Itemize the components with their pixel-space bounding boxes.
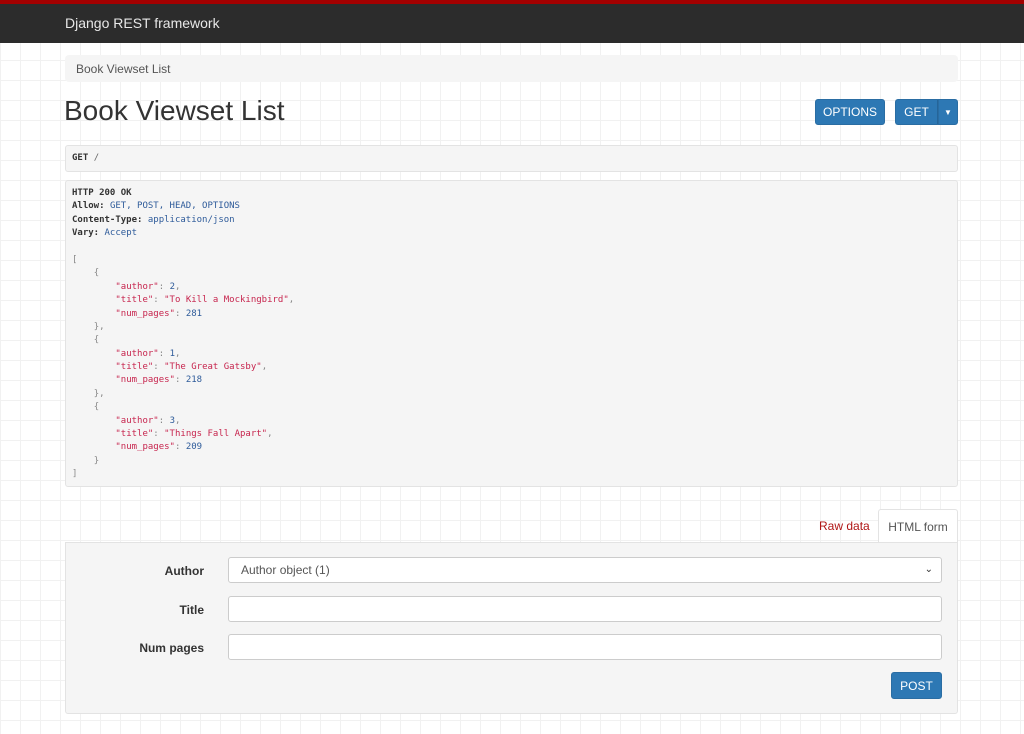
- page-title: Book Viewset List: [64, 95, 285, 127]
- post-button[interactable]: POST: [891, 672, 942, 699]
- json-key: "title": [115, 429, 153, 439]
- header-value: GET, POST, HEAD, OPTIONS: [110, 201, 240, 211]
- json-brace: }: [94, 456, 99, 466]
- json-string: "To Kill a Mockingbird": [164, 295, 289, 305]
- json-key: "num_pages": [115, 309, 175, 319]
- tab-html-form[interactable]: HTML form: [878, 509, 958, 543]
- navbar: Django REST framework: [0, 4, 1024, 43]
- json-number: 209: [186, 442, 202, 452]
- json-brace: {: [94, 402, 99, 412]
- header-value-link[interactable]: application/json: [148, 215, 235, 225]
- json-bracket: [: [72, 255, 77, 265]
- request-path: /: [94, 153, 99, 163]
- num-pages-label: Num pages: [64, 641, 204, 655]
- json-key: "author": [115, 416, 158, 426]
- json-number: 281: [186, 309, 202, 319]
- author-select[interactable]: Author object (1) ⌄: [228, 557, 942, 583]
- header-value: Accept: [105, 228, 138, 238]
- request-method: GET: [72, 153, 88, 163]
- json-key: "num_pages": [115, 375, 175, 385]
- json-number: 218: [186, 375, 202, 385]
- json-brace: },: [94, 322, 105, 332]
- breadcrumb-item[interactable]: Book Viewset List: [76, 62, 171, 76]
- json-brace: {: [94, 268, 99, 278]
- response-status: HTTP 200 OK: [72, 188, 132, 198]
- get-button-group: GET ▼: [895, 99, 958, 125]
- response-info: HTTP 200 OK Allow: GET, POST, HEAD, OPTIO…: [65, 180, 958, 487]
- json-bracket: ]: [72, 469, 77, 479]
- json-brace: },: [94, 389, 105, 399]
- json-key: "num_pages": [115, 442, 175, 452]
- options-button[interactable]: OPTIONS: [815, 99, 885, 125]
- tab-raw-data[interactable]: Raw data: [819, 519, 870, 533]
- author-select-value: Author object (1): [241, 563, 330, 577]
- breadcrumb: Book Viewset List: [65, 55, 958, 82]
- json-brace: {: [94, 335, 99, 345]
- header-key: Content-Type:: [72, 215, 142, 225]
- json-key: "title": [115, 295, 153, 305]
- json-key: "title": [115, 362, 153, 372]
- brand-link[interactable]: Django REST framework: [65, 15, 220, 31]
- json-key: "author": [115, 349, 158, 359]
- num-pages-input[interactable]: [228, 634, 942, 660]
- request-info: GET /: [65, 145, 958, 172]
- json-key: "author": [115, 282, 158, 292]
- author-label: Author: [64, 564, 204, 578]
- get-button[interactable]: GET: [895, 99, 938, 125]
- header-key: Allow:: [72, 201, 105, 211]
- chevron-down-icon: ⌄: [925, 564, 933, 575]
- caret-down-icon[interactable]: ▼: [938, 99, 958, 125]
- json-string: "The Great Gatsby": [164, 362, 262, 372]
- json-string: "Things Fall Apart": [164, 429, 267, 439]
- title-input[interactable]: [228, 596, 942, 622]
- header-key: Vary:: [72, 228, 99, 238]
- title-label: Title: [64, 603, 204, 617]
